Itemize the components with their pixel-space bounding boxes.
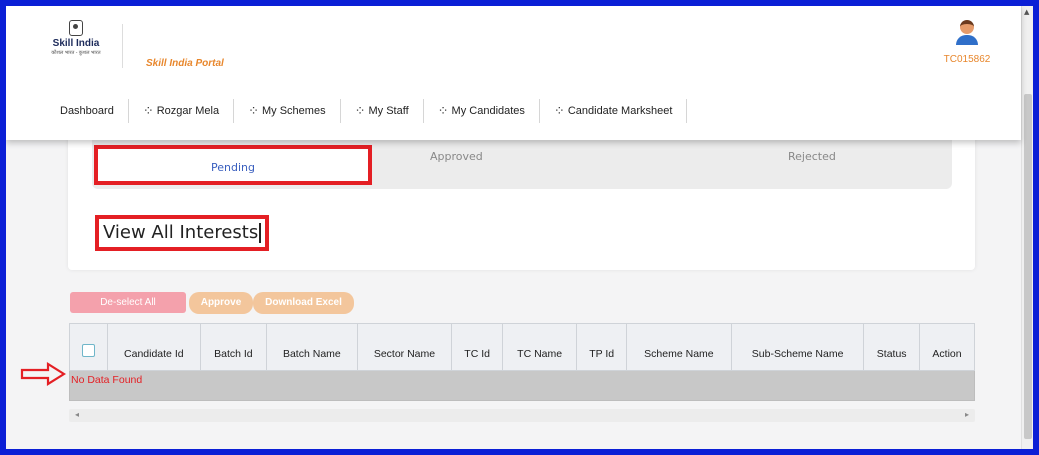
nav-label: Candidate Marksheet xyxy=(567,105,673,117)
nav-item-my-candidates[interactable]: ⁘ My Candidates xyxy=(424,98,539,124)
scrollbar-thumb[interactable] xyxy=(1024,94,1032,439)
nav-item-dashboard[interactable]: Dashboard xyxy=(52,98,128,124)
tab-pending[interactable]: Pending xyxy=(94,145,372,185)
network-icon: ⁘ xyxy=(437,103,449,119)
page-title: View All Interests xyxy=(95,215,270,251)
select-all-header xyxy=(69,323,108,371)
approve-button[interactable]: Approve xyxy=(189,292,253,314)
table-row: No Data Found xyxy=(69,370,975,401)
vertical-scrollbar[interactable]: ▲ xyxy=(1021,6,1033,449)
interests-table: Candidate Id Batch Id Batch Name Sector … xyxy=(69,323,975,401)
emblem-icon xyxy=(69,20,83,36)
logo-brand: Skill India xyxy=(52,38,100,49)
scroll-left-icon[interactable]: ◂ xyxy=(75,410,79,419)
nav-item-my-schemes[interactable]: ⁘ My Schemes xyxy=(234,98,339,124)
arrow-right-icon xyxy=(20,362,66,386)
divider xyxy=(122,24,123,68)
avatar xyxy=(956,20,978,46)
scroll-right-icon[interactable]: ▸ xyxy=(965,410,969,419)
no-data-message: No Data Found xyxy=(69,370,975,401)
top-header: Skill India कौशल भारत - कुशल भारत Skill … xyxy=(6,6,1021,140)
nav-item-my-staff[interactable]: ⁘ My Staff xyxy=(341,98,423,124)
column-header[interactable]: Sector Name xyxy=(356,323,453,371)
page-frame: Approved Rejected Pending View All Inter… xyxy=(6,6,1033,449)
column-header[interactable]: Scheme Name xyxy=(625,323,732,371)
column-header[interactable]: Batch Name xyxy=(266,323,358,371)
nav-label: My Candidates xyxy=(451,105,525,117)
column-header[interactable]: Batch Id xyxy=(199,323,268,371)
main-nav: Dashboard ⁘ Rozgar Mela ⁘ My Schemes ⁘ M… xyxy=(52,98,688,124)
page-title-text: View All Interests xyxy=(103,222,259,243)
horizontal-scrollbar[interactable]: ◂ ▸ xyxy=(69,409,975,422)
column-header[interactable]: Status xyxy=(863,323,920,371)
network-icon: ⁘ xyxy=(248,103,259,119)
tab-rejected[interactable]: Rejected xyxy=(788,150,836,163)
divider xyxy=(686,99,688,123)
nav-item-candidate-marksheet[interactable]: ⁘ Candidate Marksheet xyxy=(540,98,686,124)
user-id: TC015862 xyxy=(943,54,991,65)
column-header[interactable]: TC Id xyxy=(451,323,503,371)
column-header[interactable]: Sub-Scheme Name xyxy=(730,323,865,371)
nav-label: Dashboard xyxy=(60,105,114,117)
nav-label: My Staff xyxy=(368,105,409,117)
table-header-row: Candidate Id Batch Id Batch Name Sector … xyxy=(69,323,975,371)
network-icon: ⁘ xyxy=(354,103,366,119)
network-icon: ⁘ xyxy=(553,103,565,119)
text-cursor xyxy=(259,223,262,243)
nav-label: My Schemes xyxy=(262,105,326,117)
user-menu[interactable]: TC015862 xyxy=(937,20,997,65)
column-header[interactable]: Action xyxy=(919,323,975,371)
network-icon: ⁘ xyxy=(142,103,154,119)
skill-india-logo[interactable]: Skill India कौशल भारत - कुशल भारत xyxy=(46,20,106,70)
column-header[interactable]: TP Id xyxy=(576,323,627,371)
column-header[interactable]: Candidate Id xyxy=(107,323,201,371)
nav-label: Rozgar Mela xyxy=(156,105,220,117)
download-excel-button[interactable]: Download Excel xyxy=(253,292,354,314)
deselect-all-button[interactable]: De-select All xyxy=(70,292,186,313)
portal-title: Skill India Portal xyxy=(146,58,224,69)
select-all-checkbox[interactable] xyxy=(82,344,95,357)
column-header[interactable]: TC Name xyxy=(501,323,578,371)
logo-tagline: कौशल भारत - कुशल भारत xyxy=(51,50,101,56)
nav-item-rozgar-mela[interactable]: ⁘ Rozgar Mela xyxy=(129,98,233,124)
tab-approved[interactable]: Approved xyxy=(430,150,483,163)
tab-pending-label: Pending xyxy=(211,161,255,174)
scroll-up-icon[interactable]: ▲ xyxy=(1024,8,1029,16)
